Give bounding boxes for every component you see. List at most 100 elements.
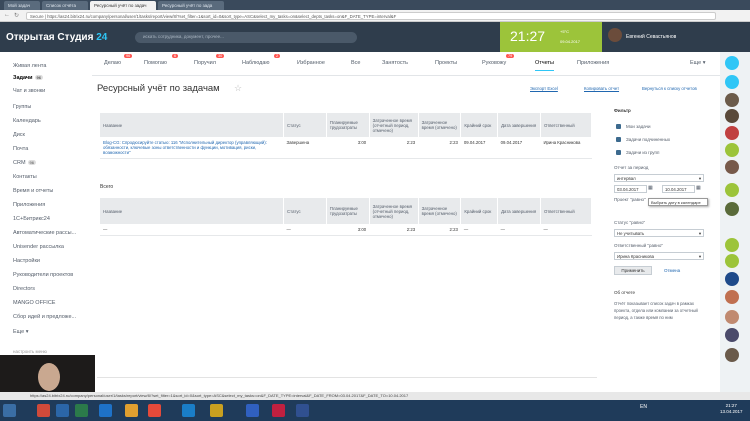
browser-tab[interactable]: Мой задач	[4, 1, 40, 10]
browser-tab[interactable]: Ресурсный учёт по зада	[158, 1, 224, 10]
calendar-icon[interactable]: ▦	[648, 185, 653, 191]
avatar[interactable]	[725, 254, 739, 268]
tray-clock[interactable]: 21:27 13.04.2017	[720, 403, 743, 415]
sidebar-item-mail[interactable]: Почта	[13, 146, 28, 152]
messenger-icon[interactable]	[725, 75, 739, 89]
responsible-select[interactable]: Ирина Красникова ▾	[614, 252, 704, 260]
back-to-reports-link[interactable]: Вернуться к списку отчетов	[642, 86, 712, 91]
app-icon[interactable]	[56, 404, 69, 417]
avatar[interactable]	[725, 238, 739, 252]
sidebar-item-disk[interactable]: Диск	[13, 132, 25, 138]
avatar[interactable]	[725, 183, 739, 197]
sidebar-item-crm[interactable]: CRM 96	[13, 160, 36, 166]
tab-reports[interactable]: Отчеты	[535, 60, 555, 71]
col-spent-period[interactable]: Затраченное время (отчетный период, отме…	[369, 113, 419, 137]
browser-tab[interactable]: Список отчёта	[42, 1, 88, 10]
status-select[interactable]: Не учитывать ▾	[614, 229, 704, 237]
date-to-field[interactable]: 10.04.2017	[662, 185, 695, 193]
sidebar-item-unisender[interactable]: Unisender рассылка	[13, 244, 64, 250]
sidebar-item-tasks[interactable]: Задачи 96	[13, 75, 43, 81]
tab-managing[interactable]: Руковожу 79	[482, 54, 515, 66]
sidebar-item-time[interactable]: Время и отчеты	[13, 188, 53, 194]
avatar[interactable]	[725, 310, 739, 324]
chrome-icon[interactable]	[148, 404, 161, 417]
sidebar-item-directors[interactable]: Directors	[13, 286, 35, 292]
url-field[interactable]: Secure | https://as24.bitrix24.ru/compan…	[26, 12, 716, 20]
reload-icon[interactable]: ↻	[14, 12, 19, 19]
tab-favorites[interactable]: Избранное	[297, 60, 325, 66]
avatar[interactable]	[608, 28, 622, 42]
checkbox-group-tasks[interactable]	[616, 150, 621, 155]
search-input[interactable]: искать сотрудника, документ, прочее...	[135, 32, 357, 43]
language-indicator[interactable]: EN	[640, 404, 647, 410]
sidebar-setup-menu[interactable]: настроить меню	[13, 349, 47, 354]
calendar-icon[interactable]: ▦	[696, 185, 701, 191]
date-from-field[interactable]: 03.04.2017	[614, 185, 647, 193]
tab-assigned[interactable]: Поручил 30	[194, 54, 225, 66]
browser-tab-active[interactable]: Ресурсный учёт по задач	[90, 1, 156, 10]
app-icon[interactable]	[75, 404, 88, 417]
task-link[interactable]: Blog-СG: Спродюсируйте статью: 116 "Испо…	[100, 137, 284, 159]
col-name[interactable]: Название	[100, 113, 285, 137]
clock-widget[interactable]: 21:27 +5°C 09.04.2017	[500, 22, 602, 52]
avatar[interactable]	[725, 143, 739, 157]
sidebar-item-ideas[interactable]: Сбор идей и предложе...	[13, 314, 76, 320]
tab-helping[interactable]: Помогаю 6	[144, 54, 179, 66]
apply-button[interactable]: Применить	[614, 266, 652, 275]
sidebar-item-auto-mailing[interactable]: Автоматические рассы...	[13, 230, 76, 236]
col-spent[interactable]: Затраченное время (отмечено)	[418, 113, 462, 137]
tab-more[interactable]: Еще ▾	[690, 60, 706, 66]
checkbox-sub-tasks[interactable]	[616, 137, 621, 142]
avatar[interactable]	[725, 126, 739, 140]
avatar[interactable]	[725, 272, 739, 286]
user-name[interactable]: Евгений Севастьянов	[626, 34, 676, 40]
col-status[interactable]: Статус	[283, 113, 327, 137]
sidebar-item-1c[interactable]: 1С+Битрикс24	[13, 216, 50, 222]
tab-all[interactable]: Все	[351, 60, 360, 66]
sidebar-item-groups[interactable]: Группы	[13, 104, 31, 110]
start-icon[interactable]	[3, 404, 16, 417]
col-closed[interactable]: Дата завершения	[497, 113, 541, 137]
notifications-icon[interactable]	[725, 56, 739, 70]
tab-projects[interactable]: Проекты	[435, 60, 457, 66]
cell-responsible[interactable]: Ирина Красникова	[540, 137, 592, 159]
sidebar-item-apps[interactable]: Приложения	[13, 202, 45, 208]
sidebar-item-calendar[interactable]: Календарь	[13, 118, 41, 124]
app-icon[interactable]	[37, 404, 50, 417]
avatar[interactable]	[725, 348, 739, 362]
export-excel-link[interactable]: Экспорт Excel	[530, 86, 558, 91]
col-responsible[interactable]: Ответственный	[540, 113, 593, 137]
sidebar-item-settings[interactable]: Настройки	[13, 258, 40, 264]
sidebar-item-chat[interactable]: Чат и звонки	[13, 88, 45, 94]
tab-apps[interactable]: Приложения	[577, 60, 609, 66]
sidebar-item-live-feed[interactable]: Живая лента	[13, 63, 46, 69]
avatar[interactable]	[725, 290, 739, 304]
folder-icon[interactable]	[125, 404, 138, 417]
col-planned[interactable]: Планируемые трудозатраты	[326, 113, 370, 137]
copy-report-link[interactable]: Копировать отчет	[584, 86, 619, 91]
app-icon[interactable]	[272, 404, 285, 417]
avatar[interactable]	[725, 328, 739, 342]
sidebar-item-more[interactable]: Еще ▾	[13, 329, 29, 335]
star-icon[interactable]: ☆	[234, 83, 242, 94]
tab-watching[interactable]: Наблюдаю 2	[242, 54, 281, 66]
tab-employment[interactable]: Занятость	[382, 60, 408, 66]
tab-doing[interactable]: Делаю 96	[104, 54, 133, 66]
avatar[interactable]	[725, 109, 739, 123]
sidebar-item-contacts[interactable]: Контакты	[13, 174, 37, 180]
back-icon[interactable]: ←	[4, 12, 10, 18]
skype-icon[interactable]	[182, 404, 195, 417]
app-icon[interactable]	[246, 404, 259, 417]
portal-logo[interactable]: Открытая Студия 24	[6, 32, 107, 43]
col-deadline[interactable]: Крайний срок	[460, 113, 499, 137]
period-select[interactable]: интервал ▾	[614, 174, 704, 182]
cancel-link[interactable]: Отмена	[664, 268, 680, 273]
app-icon[interactable]	[210, 404, 223, 417]
app-icon[interactable]	[296, 404, 309, 417]
app-icon[interactable]	[99, 404, 112, 417]
avatar[interactable]	[725, 202, 739, 216]
sidebar-item-project-leads[interactable]: Руководители проектов	[13, 272, 73, 278]
avatar[interactable]	[725, 93, 739, 107]
avatar[interactable]	[725, 160, 739, 174]
sidebar-item-mango[interactable]: MANGO OFFICE	[13, 300, 55, 306]
